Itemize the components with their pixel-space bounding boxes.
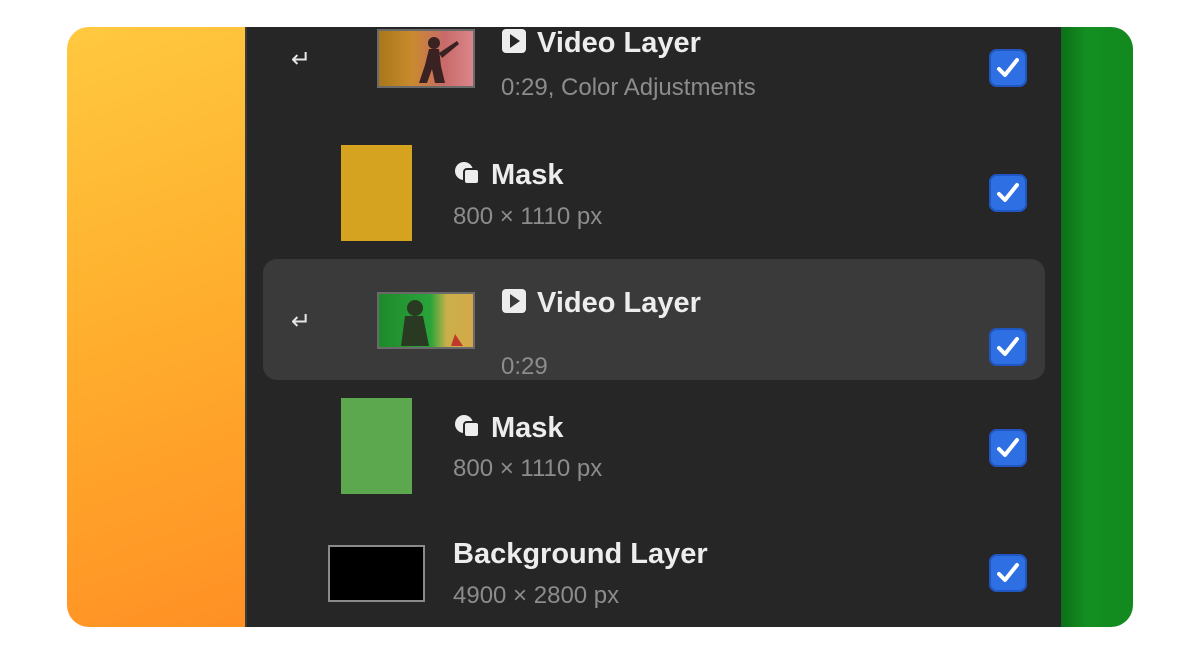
layer-title: Mask (491, 412, 564, 444)
layer-thumbnail (341, 398, 412, 494)
layer-subtitle: 0:29 (501, 353, 548, 380)
layer-row-video-1[interactable]: ↵ Video Layer 0:29, Color Adjustments (247, 27, 1061, 146)
play-square-icon (502, 289, 526, 314)
layer-subtitle: 800 × 1110 px (453, 455, 603, 482)
canvas-background-left (67, 27, 245, 627)
dancer-figure-icon (401, 300, 463, 346)
mask-shapes-icon (455, 162, 480, 186)
checkmark-icon (997, 58, 1019, 77)
checkmark-icon (997, 337, 1019, 356)
layer-visibility-checkbox[interactable] (989, 554, 1027, 592)
play-square-icon (502, 29, 526, 54)
layer-thumbnail (377, 29, 475, 88)
layer-visibility-checkbox[interactable] (989, 328, 1027, 366)
layer-title: Background Layer (453, 538, 708, 570)
checkmark-icon (997, 563, 1019, 582)
layer-subtitle: 0:29, Color Adjustments (501, 74, 756, 101)
layer-visibility-checkbox[interactable] (989, 174, 1027, 212)
screenshot-frame: ↵ Video Layer 0:29, Color Adjustments Ma… (67, 27, 1133, 627)
canvas-background-right (1061, 27, 1133, 627)
layer-thumbnail (341, 145, 412, 241)
checkmark-icon (997, 183, 1019, 202)
layer-thumbnail (377, 292, 475, 349)
dancer-figure-icon (419, 37, 459, 83)
layer-row-video-2[interactable]: ↵ Video Layer 0:29 (247, 259, 1061, 386)
layer-subtitle: 4900 × 2800 px (453, 582, 620, 609)
layer-title: Video Layer (537, 287, 701, 319)
layer-thumbnail (328, 545, 425, 602)
layer-title: Video Layer (537, 27, 701, 59)
layer-row-mask-1[interactable]: Mask 800 × 1110 px (247, 145, 1061, 272)
layer-visibility-checkbox[interactable] (989, 49, 1027, 87)
layer-row-mask-2[interactable]: Mask 800 × 1110 px (247, 398, 1061, 525)
clip-arrow-icon: ↵ (291, 308, 312, 335)
clip-arrow-icon: ↵ (291, 46, 312, 73)
layer-row-background[interactable]: Background Layer 4900 × 2800 px (247, 524, 1061, 627)
layers-panel: ↵ Video Layer 0:29, Color Adjustments Ma… (245, 27, 1061, 627)
layer-subtitle: 800 × 1110 px (453, 203, 603, 230)
layer-visibility-checkbox[interactable] (989, 429, 1027, 467)
checkmark-icon (997, 438, 1019, 457)
layer-title: Mask (491, 159, 564, 191)
mask-shapes-icon (455, 415, 480, 439)
